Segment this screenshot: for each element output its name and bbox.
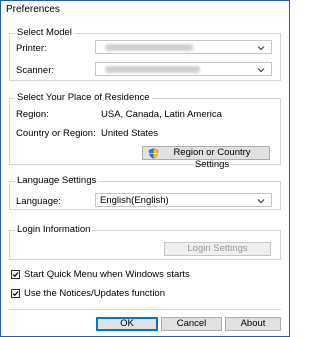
printer-label: Printer: xyxy=(16,43,47,54)
start-quick-menu-checkbox[interactable] xyxy=(11,270,20,279)
region-label: Region: xyxy=(16,109,49,120)
language-label: Language: xyxy=(16,196,61,207)
start-quick-menu-label: Start Quick Menu when Windows starts xyxy=(24,269,190,280)
checkmark-icon xyxy=(12,272,19,278)
notices-updates-label: Use the Notices/Updates function xyxy=(24,288,165,299)
cancel-button[interactable]: Cancel xyxy=(161,317,222,331)
about-label: About xyxy=(240,318,266,329)
checkmark-icon xyxy=(12,291,19,297)
printer-select[interactable] xyxy=(95,40,272,54)
window-title: Preferences xyxy=(6,4,60,15)
shield-icon xyxy=(148,148,159,159)
region-country-settings-label: Region or Country Settings xyxy=(173,147,251,170)
language-value: English(English) xyxy=(100,195,169,206)
chevron-down-icon xyxy=(257,46,265,51)
region-country-settings-button[interactable]: Region or Country Settings xyxy=(142,146,270,170)
ok-button[interactable]: OK xyxy=(96,317,158,331)
country-label: Country or Region: xyxy=(16,128,96,139)
scanner-select[interactable] xyxy=(95,62,272,76)
divider xyxy=(9,309,281,310)
region-value: USA, Canada, Latin America xyxy=(101,109,222,120)
chevron-down-icon xyxy=(257,199,265,204)
about-button[interactable]: About xyxy=(225,317,281,331)
login-heading: Login Information xyxy=(15,224,93,235)
language-heading: Language Settings xyxy=(15,175,99,186)
preferences-window: Preferences Select Model Printer: Scanne… xyxy=(0,0,290,337)
notices-updates-checkbox[interactable] xyxy=(11,289,20,298)
scanner-label: Scanner: xyxy=(16,65,55,76)
select-model-heading: Select Model xyxy=(15,27,74,38)
country-value: United States xyxy=(101,128,159,139)
cancel-label: Cancel xyxy=(176,318,207,329)
scanner-value-redacted xyxy=(105,66,200,73)
chevron-down-icon xyxy=(257,68,265,73)
login-settings-button[interactable]: Login Settings xyxy=(164,242,271,256)
login-settings-label: Login Settings xyxy=(187,243,248,254)
ok-label: OK xyxy=(120,318,134,329)
residence-heading: Select Your Place of Residence xyxy=(15,92,152,103)
printer-value-redacted xyxy=(105,44,193,51)
language-select[interactable]: English(English) xyxy=(95,193,272,207)
